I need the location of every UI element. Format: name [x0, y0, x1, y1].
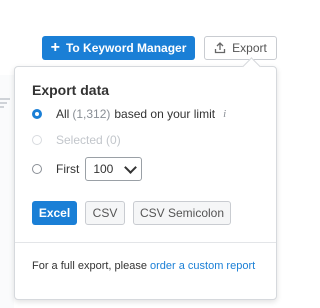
excel-button[interactable]: Excel	[32, 201, 77, 225]
option-selected-label: Selected (0)	[56, 133, 121, 147]
order-custom-report-link[interactable]: order a custom report	[150, 260, 255, 272]
option-selected: Selected (0)	[32, 133, 121, 147]
radio-selected	[32, 135, 42, 145]
filter-icon	[0, 98, 10, 110]
first-count-value: 100	[93, 162, 114, 176]
popup-title: Export data	[32, 82, 110, 98]
export-button[interactable]: Export	[204, 36, 277, 60]
export-upload-icon	[214, 42, 226, 54]
option-all-suffix: based on your limit	[114, 107, 216, 121]
option-all-label: All	[56, 107, 70, 121]
first-count-select[interactable]: 100	[85, 157, 143, 181]
option-all-count: (1,312)	[72, 107, 111, 121]
chevron-down-icon	[124, 160, 138, 174]
option-all[interactable]: All (1,312) based on your limit i	[32, 107, 226, 121]
plus-icon: +	[50, 39, 60, 56]
option-first[interactable]: First 100	[32, 157, 143, 181]
to-keyword-manager-button[interactable]: + To Keyword Manager	[42, 36, 195, 60]
csv-semicolon-button[interactable]: CSV Semicolon	[133, 201, 231, 225]
footer-text: For a full export, please	[32, 260, 147, 272]
popup-footer: For a full export, please order a custom…	[32, 260, 262, 273]
radio-first[interactable]	[32, 164, 42, 174]
export-data-popup: Export data All (1,312) based on your li…	[14, 57, 277, 300]
radio-all[interactable]	[32, 109, 42, 119]
format-buttons: Excel CSV CSV Semicolon	[32, 201, 239, 225]
to-keyword-manager-label: To Keyword Manager	[65, 41, 187, 55]
export-label: Export	[232, 41, 267, 55]
option-first-label: First	[56, 162, 80, 176]
popup-divider	[15, 242, 276, 243]
csv-button[interactable]: CSV	[85, 201, 125, 225]
info-icon[interactable]: i	[223, 108, 226, 120]
top-toolbar: + To Keyword Manager Export	[0, 0, 293, 62]
